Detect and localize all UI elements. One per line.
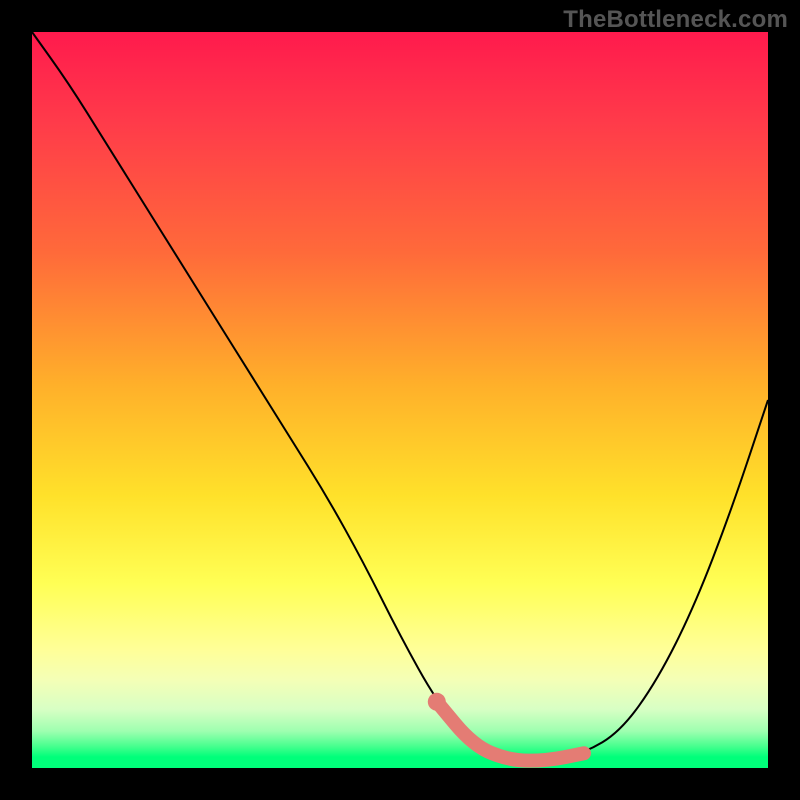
curve-line: [32, 32, 768, 761]
watermark-label: TheBottleneck.com: [563, 6, 788, 34]
chart-container: TheBottleneck.com: [0, 0, 800, 800]
plot-area: [32, 32, 768, 768]
chart-svg: [32, 32, 768, 768]
highlight-segment: [437, 702, 584, 761]
highlight-dot: [428, 693, 446, 711]
